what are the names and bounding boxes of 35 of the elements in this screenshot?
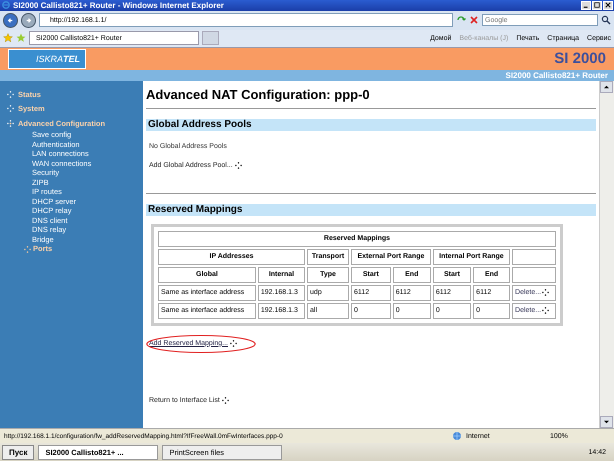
company-logo: ISKRATEL — [8, 48, 86, 69]
empty-header-cell — [512, 248, 556, 265]
search-icon[interactable] — [601, 15, 611, 26]
back-button[interactable] — [3, 12, 18, 28]
page-title: Advanced NAT Configuration: ppp-0 — [146, 86, 371, 102]
forward-arrow-icon — [24, 16, 33, 25]
section-heading: Reserved Mappings — [146, 204, 596, 216]
window-title: SI2000 Callisto821+ Router - Windows Internet Explorer — [13, 0, 225, 10]
dotted-cross-icon — [542, 307, 550, 314]
scrollbar[interactable] — [599, 80, 614, 428]
section-heading: Global Address Pools — [146, 118, 596, 131]
minimize-button[interactable] — [581, 0, 591, 10]
start-button[interactable]: Пуск — [2, 444, 34, 460]
scroll-down-icon[interactable] — [600, 416, 613, 428]
maximize-icon — [594, 2, 600, 8]
dotted-cross-icon — [24, 246, 31, 253]
scroll-up-icon[interactable] — [600, 80, 613, 93]
forward-button[interactable] — [21, 12, 36, 28]
dotted-cross-icon — [234, 162, 242, 169]
close-button[interactable] — [603, 0, 613, 10]
dotted-cross-icon — [7, 120, 14, 127]
dotted-cross-icon — [542, 289, 550, 296]
back-arrow-icon — [6, 16, 15, 25]
close-icon — [605, 2, 611, 8]
dotted-cross-icon — [230, 340, 237, 347]
dotted-cross-icon — [7, 90, 14, 98]
dotted-cross-icon — [7, 105, 14, 112]
globe-icon — [452, 431, 462, 442]
star-icon[interactable] — [3, 33, 13, 44]
device-name: SI2000 Callisto821+ Router — [506, 70, 608, 80]
dotted-cross-icon — [222, 396, 229, 404]
maximize-button[interactable] — [592, 0, 602, 10]
stop-icon[interactable] — [469, 15, 479, 26]
product-name: SI 2000 — [554, 50, 607, 68]
empty-header-cell — [512, 266, 556, 283]
